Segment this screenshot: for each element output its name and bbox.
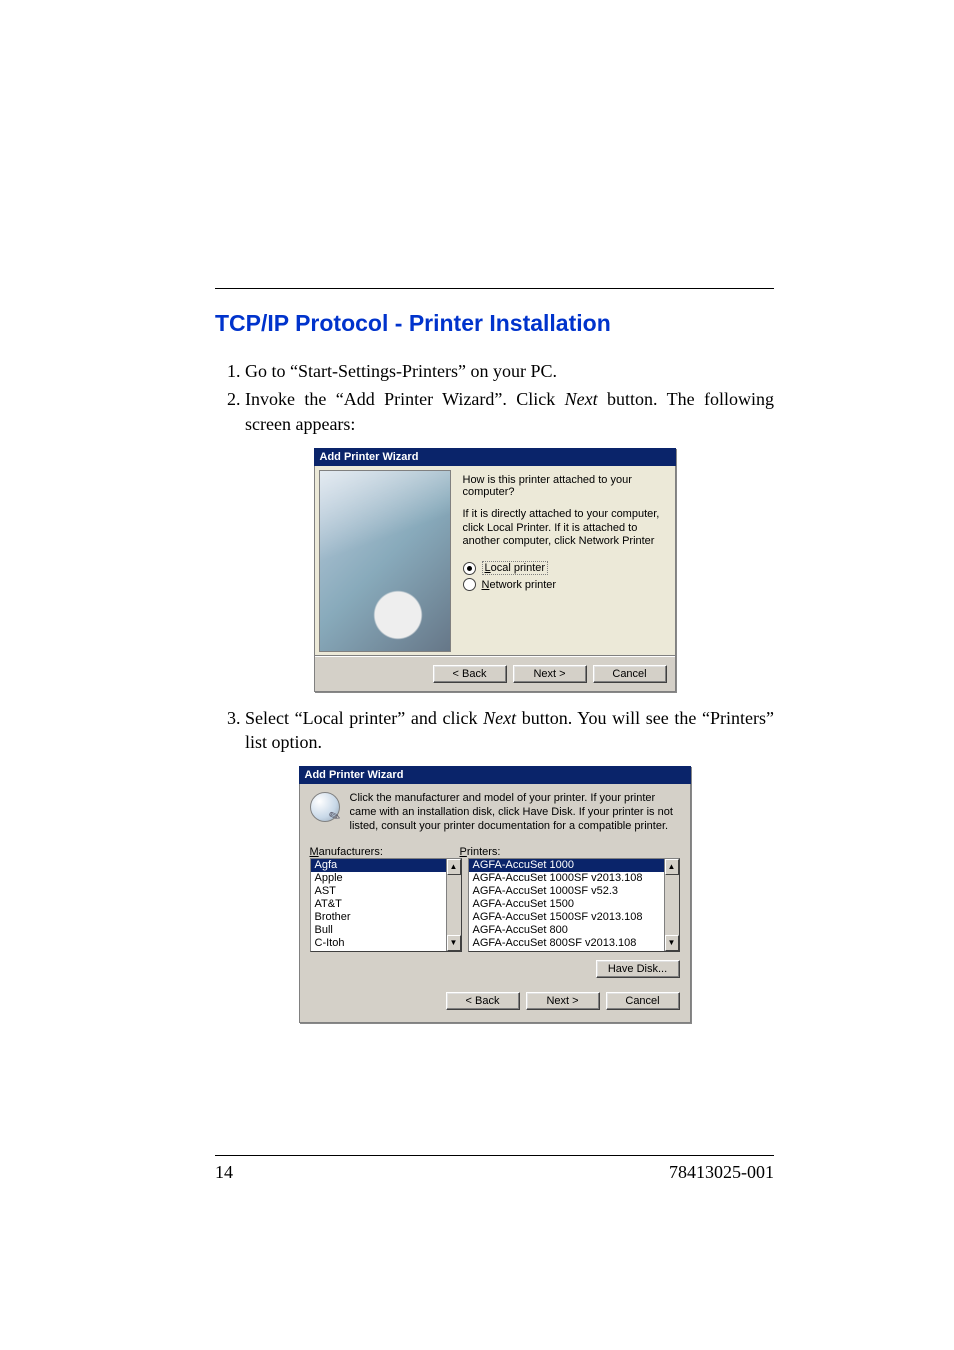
list-item[interactable]: AGFA-AccuSet 1000: [469, 859, 679, 872]
page-number: 14: [215, 1162, 233, 1183]
step-3-next: Next: [483, 708, 516, 728]
step-2-a: Invoke the “Add Printer Wizard”. Click: [245, 389, 565, 409]
have-disk-button[interactable]: Have Disk...: [596, 960, 680, 978]
radio-network-printer[interactable]: Network printer: [463, 578, 665, 591]
radio-icon: [463, 578, 476, 591]
wizard1-illustration: [319, 470, 451, 652]
list-item[interactable]: Agfa: [311, 859, 461, 872]
section-heading: TCP/IP Protocol - Printer Installation: [215, 310, 774, 337]
step-2: Invoke the “Add Printer Wizard”. Click N…: [245, 387, 774, 436]
scrollbar[interactable]: ▲ ▼: [664, 859, 679, 951]
list-item[interactable]: AGFA-AccuSet 800: [469, 924, 679, 937]
manufacturers-listbox[interactable]: AgfaAppleASTAT&TBrotherBullC-Itoh ▲ ▼: [310, 858, 462, 952]
label-printers-mnemonic: P: [460, 846, 467, 858]
step-1: Go to “Start-Settings-Printers” on your …: [245, 359, 774, 383]
list-item[interactable]: AT&T: [311, 898, 461, 911]
list-item[interactable]: AGFA-AccuSet 1000SF v52.3: [469, 885, 679, 898]
label-printers: rinters:: [467, 846, 501, 858]
radio-local-printer[interactable]: Local printer: [463, 561, 665, 575]
list-item[interactable]: AGFA-AccuSet 1500SF v2013.108: [469, 911, 679, 924]
scroll-up-icon[interactable]: ▲: [665, 859, 679, 875]
add-printer-wizard-2: Add Printer Wizard Click the manufacture…: [299, 766, 691, 1022]
document-id: 78413025-001: [669, 1162, 774, 1183]
add-printer-wizard-1: Add Printer Wizard How is this printer a…: [314, 448, 676, 692]
scrollbar[interactable]: ▲ ▼: [446, 859, 461, 951]
radio-local-label: ocal printer: [491, 562, 545, 574]
list-item[interactable]: AGFA-AccuSet 1000SF v2013.108: [469, 872, 679, 885]
list-item[interactable]: C-Itoh: [311, 937, 461, 950]
label-manufacturers: anufacturers:: [319, 846, 383, 858]
back-button[interactable]: < Back: [446, 992, 520, 1010]
cancel-button[interactable]: Cancel: [606, 992, 680, 1010]
next-button[interactable]: Next >: [526, 992, 600, 1010]
list-item[interactable]: Apple: [311, 872, 461, 885]
wizard1-description: If it is directly attached to your compu…: [463, 508, 665, 549]
step-3-a: Select “Local printer” and click: [245, 708, 483, 728]
printers-listbox[interactable]: AGFA-AccuSet 1000AGFA-AccuSet 1000SF v20…: [468, 858, 680, 952]
scroll-down-icon[interactable]: ▼: [665, 935, 679, 951]
scroll-down-icon[interactable]: ▼: [447, 935, 461, 951]
list-item[interactable]: AGFA-AccuSet 800SF v2013.108: [469, 937, 679, 950]
radio-network-label: etwork printer: [489, 579, 556, 591]
scroll-up-icon[interactable]: ▲: [447, 859, 461, 875]
list-item[interactable]: AGFA-AccuSet 1500: [469, 898, 679, 911]
printer-icon: [310, 792, 340, 822]
step-2-next: Next: [565, 389, 598, 409]
back-button[interactable]: < Back: [433, 665, 507, 683]
wizard1-question: How is this printer attached to your com…: [463, 474, 665, 498]
radio-icon: [463, 562, 476, 575]
wizard1-titlebar: Add Printer Wizard: [314, 448, 676, 466]
wizard2-titlebar: Add Printer Wizard: [299, 766, 691, 784]
label-manufacturers-mnemonic: M: [310, 846, 319, 858]
list-item[interactable]: Bull: [311, 924, 461, 937]
list-item[interactable]: Brother: [311, 911, 461, 924]
wizard2-instructions: Click the manufacturer and model of your…: [350, 792, 680, 833]
list-item[interactable]: AST: [311, 885, 461, 898]
cancel-button[interactable]: Cancel: [593, 665, 667, 683]
step-3: Select “Local printer” and click Next bu…: [245, 706, 774, 755]
next-button[interactable]: Next >: [513, 665, 587, 683]
